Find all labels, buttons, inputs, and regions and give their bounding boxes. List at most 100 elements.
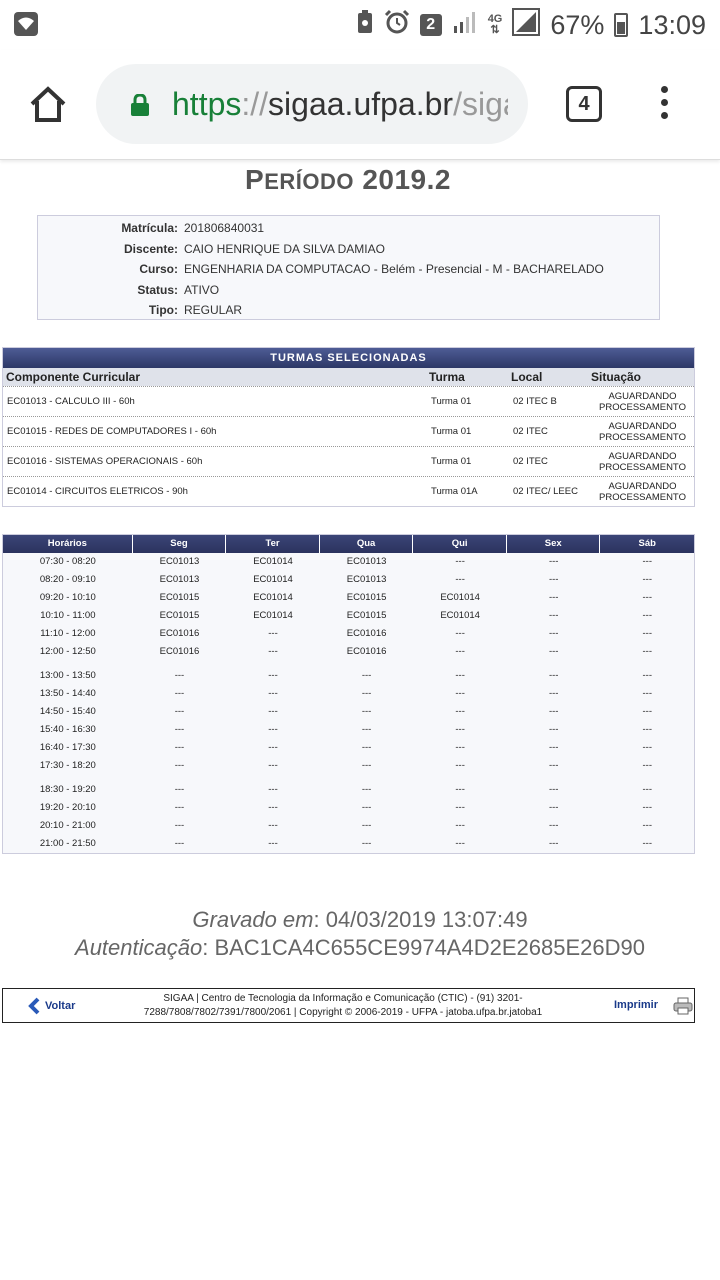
cell-local: 02 ITEC: [513, 426, 548, 437]
schedule-cell: EC01016: [159, 646, 200, 657]
battery-icon: [614, 13, 629, 37]
schedule-cell: ---: [174, 670, 185, 681]
cell-componente: EC01016 - SISTEMAS OPERACIONAIS - 60h: [7, 456, 203, 467]
chevron-left-icon: [28, 997, 40, 1015]
schedule-cell: EC01014: [253, 592, 293, 603]
browser-toolbar: https://sigaa.ufpa.br/sigaa 4: [0, 50, 720, 160]
wifi-icon: [14, 12, 38, 36]
schedule-col-header: Ter: [226, 535, 320, 553]
schedule-table: Horários Seg Ter Qua Qui Sex Sáb 07:30 - 08:20…: [2, 534, 695, 854]
schedule-cell: ---: [548, 628, 559, 639]
footer-text: SIGAA | Centro de Tecnologia da Informaç…: [143, 993, 543, 1018]
cell-componente: EC01015 - REDES DE COMPUTADORES I - 60h: [7, 426, 217, 437]
schedule-cell: EC01013: [346, 574, 387, 585]
schedule-row: 11:10 - 12:00 EC01016 --- EC01016 --- --- ---: [3, 625, 694, 643]
schedule-cell: EC01013: [159, 556, 200, 567]
alarm-icon: [384, 9, 410, 42]
tab-switcher-button[interactable]: 4: [566, 86, 602, 122]
battery-saver-icon: [356, 9, 374, 41]
schedule-cell: ---: [268, 742, 278, 753]
schedule-row: 14:50 - 15:40 --- --- --- --- --- ---: [3, 703, 694, 721]
schedule-cell: ---: [361, 688, 372, 699]
schedule-cell: ---: [455, 670, 465, 681]
schedule-cell: ---: [548, 646, 559, 657]
more-options-icon[interactable]: [656, 86, 672, 126]
schedule-cell: ---: [361, 670, 372, 681]
url-text[interactable]: https://sigaa.ufpa.br/sigaa: [172, 86, 508, 123]
schedule-cell: EC01014: [440, 592, 480, 603]
schedule-cell: ---: [268, 760, 278, 771]
home-button[interactable]: [28, 84, 68, 124]
schedule-cell: ---: [548, 688, 559, 699]
url-bar[interactable]: https://sigaa.ufpa.br/sigaa: [96, 64, 528, 144]
info-row: Curso: ENGENHARIA DA COMPUTACAO - Belém -…: [139, 262, 604, 276]
schedule-cell: ---: [268, 688, 278, 699]
turmas-header-row: Componente Curricular Turma Local Situaç…: [3, 368, 694, 386]
schedule-cell: ---: [174, 784, 185, 795]
cell-turma: Turma 01: [431, 426, 472, 437]
schedule-time: 13:00 - 13:50: [39, 670, 96, 681]
info-row: Matrícula: 201806840031: [121, 221, 265, 235]
turmas-table: TURMAS SELECIONADAS Componente Curricula…: [2, 347, 695, 507]
schedule-cell: ---: [361, 838, 372, 849]
schedule-time: 08:20 - 09:10: [39, 574, 96, 585]
table-row: EC01014 - CIRCUITOS ELETRICOS - 90h Turma…: [3, 476, 694, 506]
cell-turma: Turma 01: [431, 396, 472, 407]
schedule-cell: ---: [268, 784, 278, 795]
schedule-cell: ---: [455, 646, 465, 657]
schedule-time: 17:30 - 18:20: [39, 760, 96, 771]
schedule-time: 09:20 - 10:10: [39, 592, 96, 603]
info-row: Tipo: REGULAR: [148, 303, 243, 317]
schedule-col-header: Qui: [413, 535, 507, 553]
schedule-cell: ---: [642, 592, 653, 603]
imprimir-link[interactable]: Imprimir: [614, 999, 658, 1011]
signal-strength-icon: [512, 7, 541, 43]
schedule-col-header: Horários: [3, 535, 133, 553]
info-row: Status: ATIVO: [137, 282, 220, 297]
record-info: Gravado em: 04/03/2019 13:07:49 Autentic…: [0, 906, 720, 962]
schedule-cell: ---: [455, 784, 465, 795]
printer-icon[interactable]: [673, 997, 693, 1015]
cell-turma: Turma 01A: [431, 486, 478, 497]
schedule-cell: ---: [642, 724, 653, 735]
schedule-cell: ---: [455, 574, 465, 585]
schedule-time: 19:20 - 20:10: [39, 802, 96, 813]
schedule-cell: EC01016: [159, 628, 200, 639]
schedule-row: 20:10 - 21:00 --- --- --- --- --- ---: [3, 817, 694, 835]
schedule-cell: ---: [268, 838, 278, 849]
schedule-row: 16:40 - 17:30 --- --- --- --- --- ---: [3, 739, 694, 757]
schedule-cell: ---: [642, 670, 653, 681]
cell-situacao: AGUARDANDO PROCESSAMENTO: [599, 390, 686, 413]
cell-local: 02 ITEC B: [513, 396, 557, 407]
schedule-cell: ---: [548, 724, 559, 735]
schedule-cell: ---: [455, 706, 465, 717]
schedule-cell: ---: [455, 838, 465, 849]
schedule-cell: ---: [361, 706, 372, 717]
voltar-link[interactable]: Voltar: [27, 997, 75, 1015]
schedule-cell: ---: [174, 688, 185, 699]
table-row: EC01015 - REDES DE COMPUTADORES I - 60h T…: [3, 416, 694, 446]
schedule-cell: ---: [642, 838, 653, 849]
student-info: Matrícula: 201806840031 Discente: CAIO HEN…: [37, 215, 660, 320]
schedule-cell: ---: [455, 820, 465, 831]
cell-componente: EC01013 - CALCULO III - 60h: [7, 396, 135, 407]
schedule-time: 14:50 - 15:40: [39, 706, 96, 717]
schedule-cell: ---: [361, 760, 372, 771]
info-row: Discente: CAIO HENRIQUE DA SILVA DAMIAO: [123, 241, 385, 256]
schedule-col-header: Sex: [507, 535, 601, 553]
schedule-cell: ---: [548, 784, 559, 795]
turmas-heading: TURMAS SELECIONADAS: [3, 348, 694, 368]
schedule-time: 20:10 - 21:00: [39, 820, 96, 831]
schedule-time: 18:30 - 19:20: [39, 784, 96, 795]
schedule-cell: EC01013: [159, 574, 200, 585]
schedule-time: 13:50 - 14:40: [39, 688, 96, 699]
signal-icon: [452, 10, 478, 41]
schedule-cell: ---: [174, 820, 185, 831]
schedule-col-header: Seg: [133, 535, 227, 553]
schedule-time: 12:00 - 12:50: [39, 646, 96, 657]
schedule-cell: ---: [548, 574, 559, 585]
schedule-col-header: Qua: [320, 535, 414, 553]
schedule-time: 11:10 - 12:00: [40, 628, 96, 639]
schedule-cell: ---: [268, 724, 278, 735]
schedule-row: 19:20 - 20:10 --- --- --- --- --- ---: [3, 799, 694, 817]
